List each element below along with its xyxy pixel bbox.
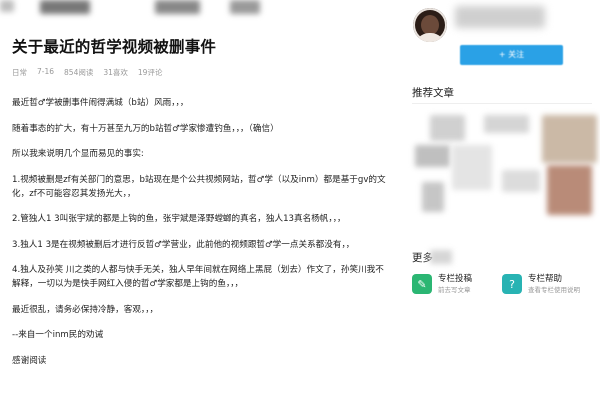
meta-reads: 854阅读 (64, 68, 94, 77)
article-title: 关于最近的哲学视频被删事件 (12, 38, 217, 56)
help-item-title: 专栏投稿 (438, 274, 473, 284)
meta-category[interactable]: 日常 (12, 67, 27, 78)
avatar-face (421, 15, 439, 35)
author-name-blurred (455, 6, 545, 28)
paragraph: 最近很乱，请务必保持冷静，客观，，， (12, 304, 159, 315)
meta-likes: 31喜欢 (103, 68, 128, 77)
paragraph: 感谢阅读 (12, 355, 47, 366)
edit-icon: ✎ (412, 274, 432, 294)
paragraph: 4.独人及孙笑 川之类的人都与快手无关，独人早年间就在网络上黑屁（划去）作文了，… (12, 265, 384, 289)
help-icon: ? (502, 274, 522, 294)
avatar-shirt (415, 33, 445, 42)
meta-comments[interactable]: 19评论 (138, 67, 163, 78)
help-item-subtitle: 前去写文章 (438, 286, 471, 294)
blurred-header (0, 0, 380, 24)
help-item-guide[interactable]: ? 专栏帮助 查看专栏使用说明 (502, 274, 580, 295)
article-body: 最近哲♂学被删事件闹得满城（b站）风雨，，， 随着事态的扩大，有十万甚至九万的b… (12, 96, 392, 368)
divider (412, 103, 592, 104)
paragraph: 随着事态的扩大，有十万甚至九万的b站哲♂学家惨遭钓鱼，，，（确信） (12, 123, 279, 134)
meta-date: 7-16 (37, 67, 55, 76)
help-item-title: 专栏帮助 (528, 274, 563, 284)
help-item-submit[interactable]: ✎ 专栏投稿 前去写文章 (412, 274, 472, 295)
paragraph: 3.独人1 3是在视频被删后才进行反哲♂学营业，此前他的视频跟哲♂学一点关系都没… (12, 239, 355, 250)
paragraph: 1.视频被删是zf有关部门的意思，b站现在是个公共视频网站，哲♂学（以及inm）… (12, 174, 386, 199)
sidebar: + 关注 推荐文章 更多 ✎ 专栏投稿 前去写文章 ? 专栏帮助 查看专栏使用说… (405, 0, 600, 401)
article: 关于最近的哲学视频被删事件 日常 7-16 854阅读 31喜欢 19评论 最近… (12, 36, 392, 379)
recommend-title: 推荐文章 (412, 87, 454, 99)
paragraph: 所以我来说明几个显而易见的事实: (12, 149, 144, 159)
paragraph: 2.管独人1 3叫张宇斌的都是上钩的鱼，张宇斌是泽野螳螂的真名，独人13真名杨帆… (12, 214, 346, 224)
paragraph: 最近哲♂学被删事件闹得满城（b站）风雨，，， (12, 98, 189, 108)
article-meta: 日常 7-16 854阅读 31喜欢 19评论 (12, 67, 392, 78)
recommended-articles-blurred[interactable] (412, 110, 600, 230)
more-title-blurred (430, 250, 452, 264)
follow-button[interactable]: + 关注 (460, 45, 563, 65)
paragraph: --来自一个inm民的劝诫 (12, 330, 104, 340)
author-avatar[interactable] (413, 8, 447, 42)
help-item-subtitle: 查看专栏使用说明 (528, 286, 580, 294)
